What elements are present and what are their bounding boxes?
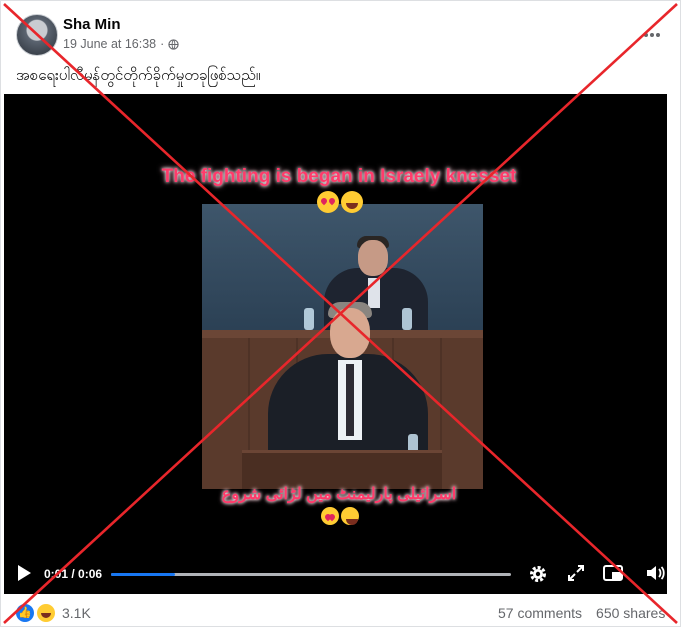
engagement-stats: 57 comments 650 shares bbox=[498, 605, 665, 621]
avatar[interactable] bbox=[16, 14, 58, 56]
reactions-summary[interactable]: 👍 3.1K bbox=[16, 603, 91, 623]
picture-in-picture-icon bbox=[603, 565, 623, 581]
gear-icon bbox=[530, 566, 546, 582]
volume-icon bbox=[647, 566, 665, 580]
heart-eyes-emoji-icon bbox=[321, 506, 339, 525]
settings-button[interactable] bbox=[527, 564, 549, 586]
expand-icon bbox=[568, 565, 584, 581]
more-horizontal-icon bbox=[644, 33, 660, 37]
more-options-button[interactable] bbox=[643, 22, 661, 43]
video-time: 0:01 / 0:06 bbox=[44, 567, 103, 581]
laughing-emoji-icon bbox=[341, 506, 359, 525]
speaker-head bbox=[330, 308, 370, 358]
video-player[interactable]: The fighting is began in Israely knesset… bbox=[4, 94, 667, 594]
water-bottle bbox=[402, 308, 412, 330]
haha-reaction-icon bbox=[36, 603, 56, 623]
seated-person-shirt bbox=[368, 278, 380, 308]
author-name[interactable]: Sha Min bbox=[63, 16, 121, 33]
play-icon[interactable] bbox=[18, 565, 31, 581]
video-frame bbox=[202, 204, 483, 489]
like-reaction-icon: 👍 bbox=[16, 604, 34, 622]
shares-link[interactable]: 650 shares bbox=[596, 605, 665, 621]
post-timestamp[interactable]: 19 June at 16:38 bbox=[63, 37, 156, 51]
fullscreen-button[interactable] bbox=[565, 564, 587, 586]
seated-person-head bbox=[358, 240, 388, 276]
post-caption: အစရေးပါလီမန်တွင်တိုက်ခိုက်မှုတခုဖြစ်သည်။ bbox=[16, 67, 261, 84]
video-overlay-caption-bottom: اسرائیلی پارلیمنٹ میں لڑائی شروع bbox=[194, 484, 484, 526]
meta-separator: · bbox=[160, 37, 165, 51]
comments-link[interactable]: 57 comments bbox=[498, 605, 582, 621]
video-overlay-caption-top: The fighting is began in Israely knesset bbox=[154, 164, 524, 214]
video-controls: 0:01 / 0:06 bbox=[4, 556, 667, 594]
overlay-top-text: The fighting is began in Israely knesset bbox=[161, 166, 517, 187]
laughing-emoji-icon bbox=[341, 190, 363, 213]
post-meta: 19 June at 16:38 · bbox=[63, 37, 179, 51]
volume-button[interactable] bbox=[644, 564, 666, 586]
globe-icon bbox=[168, 38, 179, 50]
heart-eyes-emoji-icon bbox=[317, 190, 339, 213]
overlay-bottom-text: اسرائیلی پارلیمنٹ میں لڑائی شروع bbox=[221, 486, 457, 503]
pip-button[interactable] bbox=[602, 564, 624, 586]
progress-bar[interactable] bbox=[111, 573, 511, 576]
water-bottle bbox=[304, 308, 314, 330]
progress-fill bbox=[111, 573, 175, 576]
speaker-tie bbox=[346, 364, 354, 436]
reaction-count: 3.1K bbox=[62, 605, 91, 621]
